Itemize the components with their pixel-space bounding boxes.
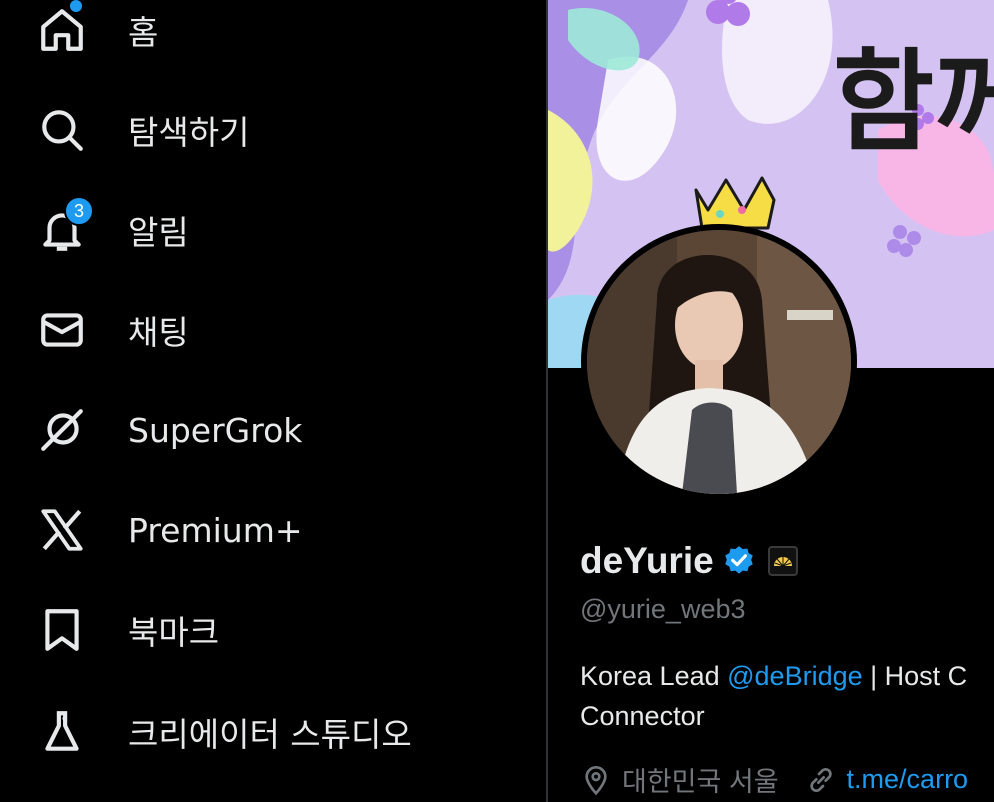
- sidebar-item-creator-studio[interactable]: 크리에이터 스튜디오: [36, 702, 516, 762]
- bell-icon: 3: [36, 196, 94, 256]
- link-icon: [809, 767, 832, 792]
- search-icon: [36, 104, 88, 156]
- banner-text: 함께 W: [833, 38, 994, 166]
- affiliation-badge-icon[interactable]: [767, 546, 798, 576]
- profile-handle: @yurie_web3: [580, 594, 746, 624]
- home-icon: [36, 0, 88, 56]
- sidebar-nav: 홈 탐색하기 3 알림 채팅 SuperGrok Premium+ 북마크 크리…: [0, 0, 546, 802]
- sidebar-item-home[interactable]: 홈: [36, 0, 516, 60]
- display-name: deYurie: [580, 540, 714, 581]
- sidebar-item-label: 크리에이터 스튜디오: [128, 715, 412, 754]
- sidebar-item-premium[interactable]: Premium+: [36, 500, 516, 560]
- sidebar-item-chat[interactable]: 채팅: [36, 300, 516, 360]
- bio-mention-link[interactable]: @deBridge: [727, 661, 863, 691]
- sidebar-item-label: 알림: [128, 213, 189, 252]
- sidebar-item-label: SuperGrok: [128, 410, 303, 450]
- sidebar-item-label: 탐색하기: [128, 113, 250, 152]
- bio-text: Korea Lead: [580, 661, 728, 691]
- sidebar-item-bookmarks[interactable]: 북마크: [36, 600, 516, 660]
- sidebar-item-explore[interactable]: 탐색하기: [36, 100, 516, 160]
- bookmark-icon: [36, 604, 88, 656]
- bio-text: | Host C: [862, 661, 968, 691]
- notification-count-badge: 3: [64, 196, 94, 226]
- profile-location: 대한민국 서울: [622, 767, 779, 797]
- mail-icon: [36, 304, 88, 356]
- profile-panel: 함께 W deYurie: [548, 0, 994, 802]
- avatar-photo: [587, 230, 851, 494]
- verified-badge-icon[interactable]: [722, 544, 756, 578]
- location-pin-icon: [585, 765, 607, 795]
- sidebar-item-supergrok[interactable]: SuperGrok: [36, 400, 516, 460]
- unread-dot: [70, 0, 82, 12]
- sidebar-item-label: Premium+: [128, 510, 303, 550]
- profile-name-row: deYurie: [580, 540, 798, 582]
- x-logo-icon: [36, 504, 88, 556]
- flask-icon: [36, 706, 88, 758]
- profile-meta-row: 대한민국 서울 t.me/carro: [580, 760, 968, 799]
- sidebar-item-notifications[interactable]: 3 알림: [36, 196, 516, 260]
- bio-text-line2: Connector: [580, 701, 705, 731]
- profile-bio: Korea Lead @deBridge | Host C Connector: [580, 656, 994, 736]
- sidebar-item-label: 북마크: [128, 613, 220, 652]
- sidebar-item-label: 홈: [128, 13, 159, 52]
- avatar[interactable]: [581, 224, 857, 500]
- sidebar-item-label: 채팅: [128, 313, 189, 352]
- grok-icon: [36, 404, 88, 456]
- profile-website-link[interactable]: t.me/carro: [847, 764, 969, 795]
